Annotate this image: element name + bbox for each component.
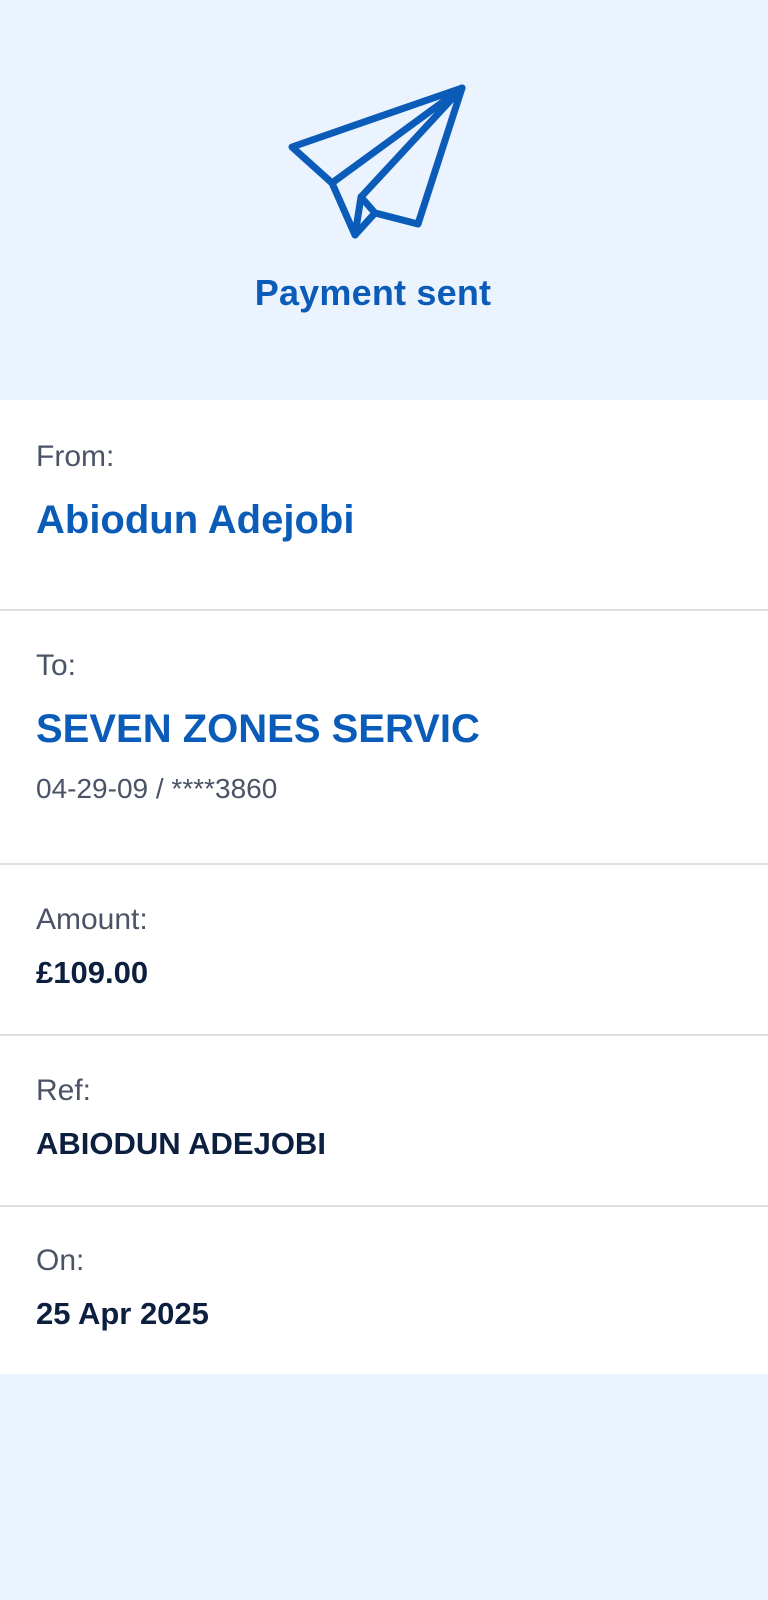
paper-plane-icon <box>288 84 466 239</box>
page-title: Payment sent <box>254 272 492 313</box>
ref-label: Ref: <box>36 1074 92 1107</box>
ref-row: Ref: ABIODUN ADEJOBI <box>0 1036 768 1207</box>
from-label: From: <box>36 440 115 473</box>
date-value: 25 Apr 2025 <box>36 1296 209 1331</box>
ref-value: ABIODUN ADEJOBI <box>36 1126 326 1161</box>
from-name: Abiodun Adejobi <box>36 498 355 542</box>
confirmation-header: Payment sent <box>0 0 768 400</box>
payment-details: From: Abiodun Adejobi To: SEVEN ZONES SE… <box>0 400 768 1374</box>
to-row: To: SEVEN ZONES SERVIC 04-29-09 / ****38… <box>0 611 768 865</box>
from-row: From: Abiodun Adejobi <box>0 400 768 611</box>
to-name: SEVEN ZONES SERVIC <box>36 707 480 751</box>
date-row: On: 25 Apr 2025 <box>0 1207 768 1374</box>
amount-value: £109.00 <box>36 955 149 990</box>
to-account: 04-29-09 / ****3860 <box>36 773 278 804</box>
to-label: To: <box>36 649 77 682</box>
date-label: On: <box>36 1244 85 1277</box>
amount-row: Amount: £109.00 <box>0 865 768 1036</box>
amount-label: Amount: <box>36 903 148 936</box>
